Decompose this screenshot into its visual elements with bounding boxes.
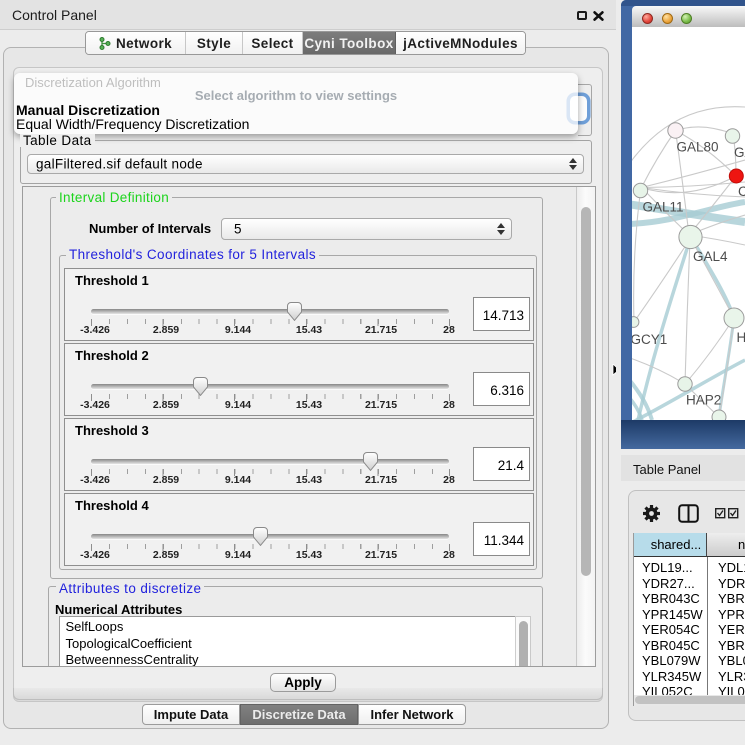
svg-text:C: C: [738, 184, 745, 199]
svg-text:H: H: [737, 330, 745, 345]
svg-text:GCY1: GCY1: [632, 332, 667, 347]
svg-text:HAP2: HAP2: [686, 393, 721, 408]
svg-text:GAL80: GAL80: [677, 140, 719, 155]
svg-text:GAL11: GAL11: [643, 200, 684, 215]
svg-text:GA: GA: [734, 145, 745, 160]
svg-text:GAL4: GAL4: [693, 249, 728, 264]
